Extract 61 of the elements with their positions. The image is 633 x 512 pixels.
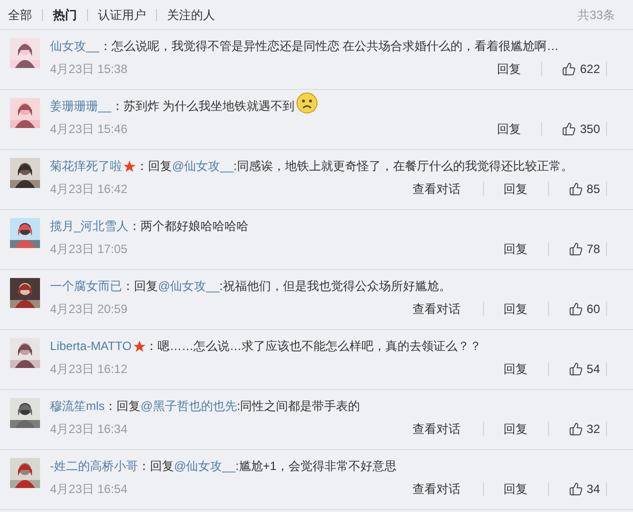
comment-text: 揽月_河北雪人：两个都好娘哈哈哈哈 bbox=[50, 216, 607, 236]
reply-link[interactable]: 回复 bbox=[504, 240, 528, 258]
total-count: 共33条 bbox=[578, 6, 615, 24]
thumbs-up-icon bbox=[568, 182, 583, 196]
thumbs-up-icon bbox=[568, 242, 583, 256]
reply-link[interactable]: 回复 bbox=[504, 420, 528, 438]
user-link[interactable]: Liberta-MATTO bbox=[50, 336, 132, 356]
mention-link[interactable]: @仙女攻__ bbox=[158, 276, 220, 296]
user-link[interactable]: 一个腐女而已 bbox=[50, 276, 122, 296]
comment-time: 4月23日 17:05 bbox=[50, 241, 128, 258]
comment-time: 4月23日 20:59 bbox=[50, 301, 128, 318]
like-button[interactable]: 85 bbox=[568, 180, 600, 198]
filter-tab[interactable]: 热门 bbox=[53, 6, 77, 24]
comment-text: Liberta-MATTO ：嗯……怎么说…求了应该也不能怎么样吧，真的去领证么？？ bbox=[50, 336, 607, 356]
thumbs-up-icon bbox=[568, 482, 583, 496]
like-button[interactable]: 54 bbox=[568, 360, 600, 378]
like-button[interactable]: 622 bbox=[562, 60, 600, 78]
user-link[interactable]: 菊花痒死了啦 bbox=[50, 156, 122, 176]
comment-time: 4月23日 16:34 bbox=[50, 421, 128, 438]
reply-link[interactable]: 回复 bbox=[496, 60, 521, 78]
comment-time: 4月23日 16:12 bbox=[50, 361, 128, 378]
user-link[interactable]: 揽月_河北雪人 bbox=[50, 216, 129, 236]
like-button[interactable]: 34 bbox=[568, 480, 600, 498]
comment-text: -姓二的高桥小哥：回复@仙女攻__:尴尬+1，会觉得非常不好意思 bbox=[50, 456, 607, 476]
like-button[interactable]: 60 bbox=[568, 300, 600, 318]
reply-link[interactable]: 回复 bbox=[504, 480, 528, 498]
thumbs-up-icon bbox=[562, 62, 576, 76]
user-link[interactable]: 穆流笙mls bbox=[50, 396, 105, 416]
view-dialog-link[interactable]: 查看对话 bbox=[412, 480, 461, 498]
reply-link[interactable]: 回复 bbox=[504, 180, 528, 198]
comment-text: 穆流笙mls：回复@黑子哲也的也先:同性之间都是带手表的 bbox=[50, 396, 607, 416]
comment-text: 姜珊珊珊__：苏到炸 为什么我坐地铁就遇不到 bbox=[50, 96, 607, 116]
reply-link[interactable]: 回复 bbox=[496, 120, 521, 138]
comment-time: 4月23日 15:38 bbox=[50, 61, 128, 78]
comment-text: 一个腐女而已：回复@仙女攻__:祝福他们，但是我也觉得公众场所好尴尬。 bbox=[50, 276, 607, 296]
user-link[interactable]: 仙女攻__ bbox=[50, 36, 100, 56]
view-dialog-link[interactable]: 查看对话 bbox=[412, 420, 461, 438]
filter-tab[interactable]: 认证用户 bbox=[98, 6, 146, 24]
user-link[interactable]: 姜珊珊珊__ bbox=[50, 96, 112, 116]
like-button[interactable]: 78 bbox=[568, 240, 600, 258]
reply-link[interactable]: 回复 bbox=[504, 300, 528, 318]
mention-link[interactable]: @仙女攻__ bbox=[174, 456, 236, 476]
reply-link[interactable]: 回复 bbox=[504, 360, 528, 378]
mention-link[interactable]: @黑子哲也的也先 bbox=[140, 396, 237, 416]
comment-time: 4月23日 16:42 bbox=[50, 181, 128, 198]
mention-link[interactable]: @仙女攻__ bbox=[172, 156, 234, 176]
like-button[interactable]: 350 bbox=[562, 120, 600, 138]
comment-text: 仙女攻__：怎么说呢，我觉得不管是异性恋还是同性恋 在公共场合求婚什么的，看着很尴尬啊… bbox=[50, 36, 607, 56]
user-link[interactable]: -姓二的高桥小哥 bbox=[50, 456, 138, 476]
comment-time: 4月23日 16:54 bbox=[50, 481, 128, 498]
like-button[interactable]: 32 bbox=[568, 420, 600, 438]
comment-time: 4月23日 15:46 bbox=[50, 121, 128, 138]
thumbs-up-icon bbox=[562, 122, 576, 136]
comment-text: 菊花痒死了啦 ：回复@仙女攻__:同感诶，地铁上就更奇怪了，在餐厅什么的我觉得还比较正常。 bbox=[50, 156, 607, 176]
view-dialog-link[interactable]: 查看对话 bbox=[412, 300, 461, 318]
filter-tab[interactable]: 关注的人 bbox=[167, 6, 215, 24]
thumbs-up-icon bbox=[568, 422, 583, 436]
filter-tab[interactable]: 全部 bbox=[8, 6, 32, 24]
thumbs-up-icon bbox=[568, 362, 583, 376]
view-dialog-link[interactable]: 查看对话 bbox=[412, 180, 461, 198]
thumbs-up-icon bbox=[568, 302, 583, 316]
